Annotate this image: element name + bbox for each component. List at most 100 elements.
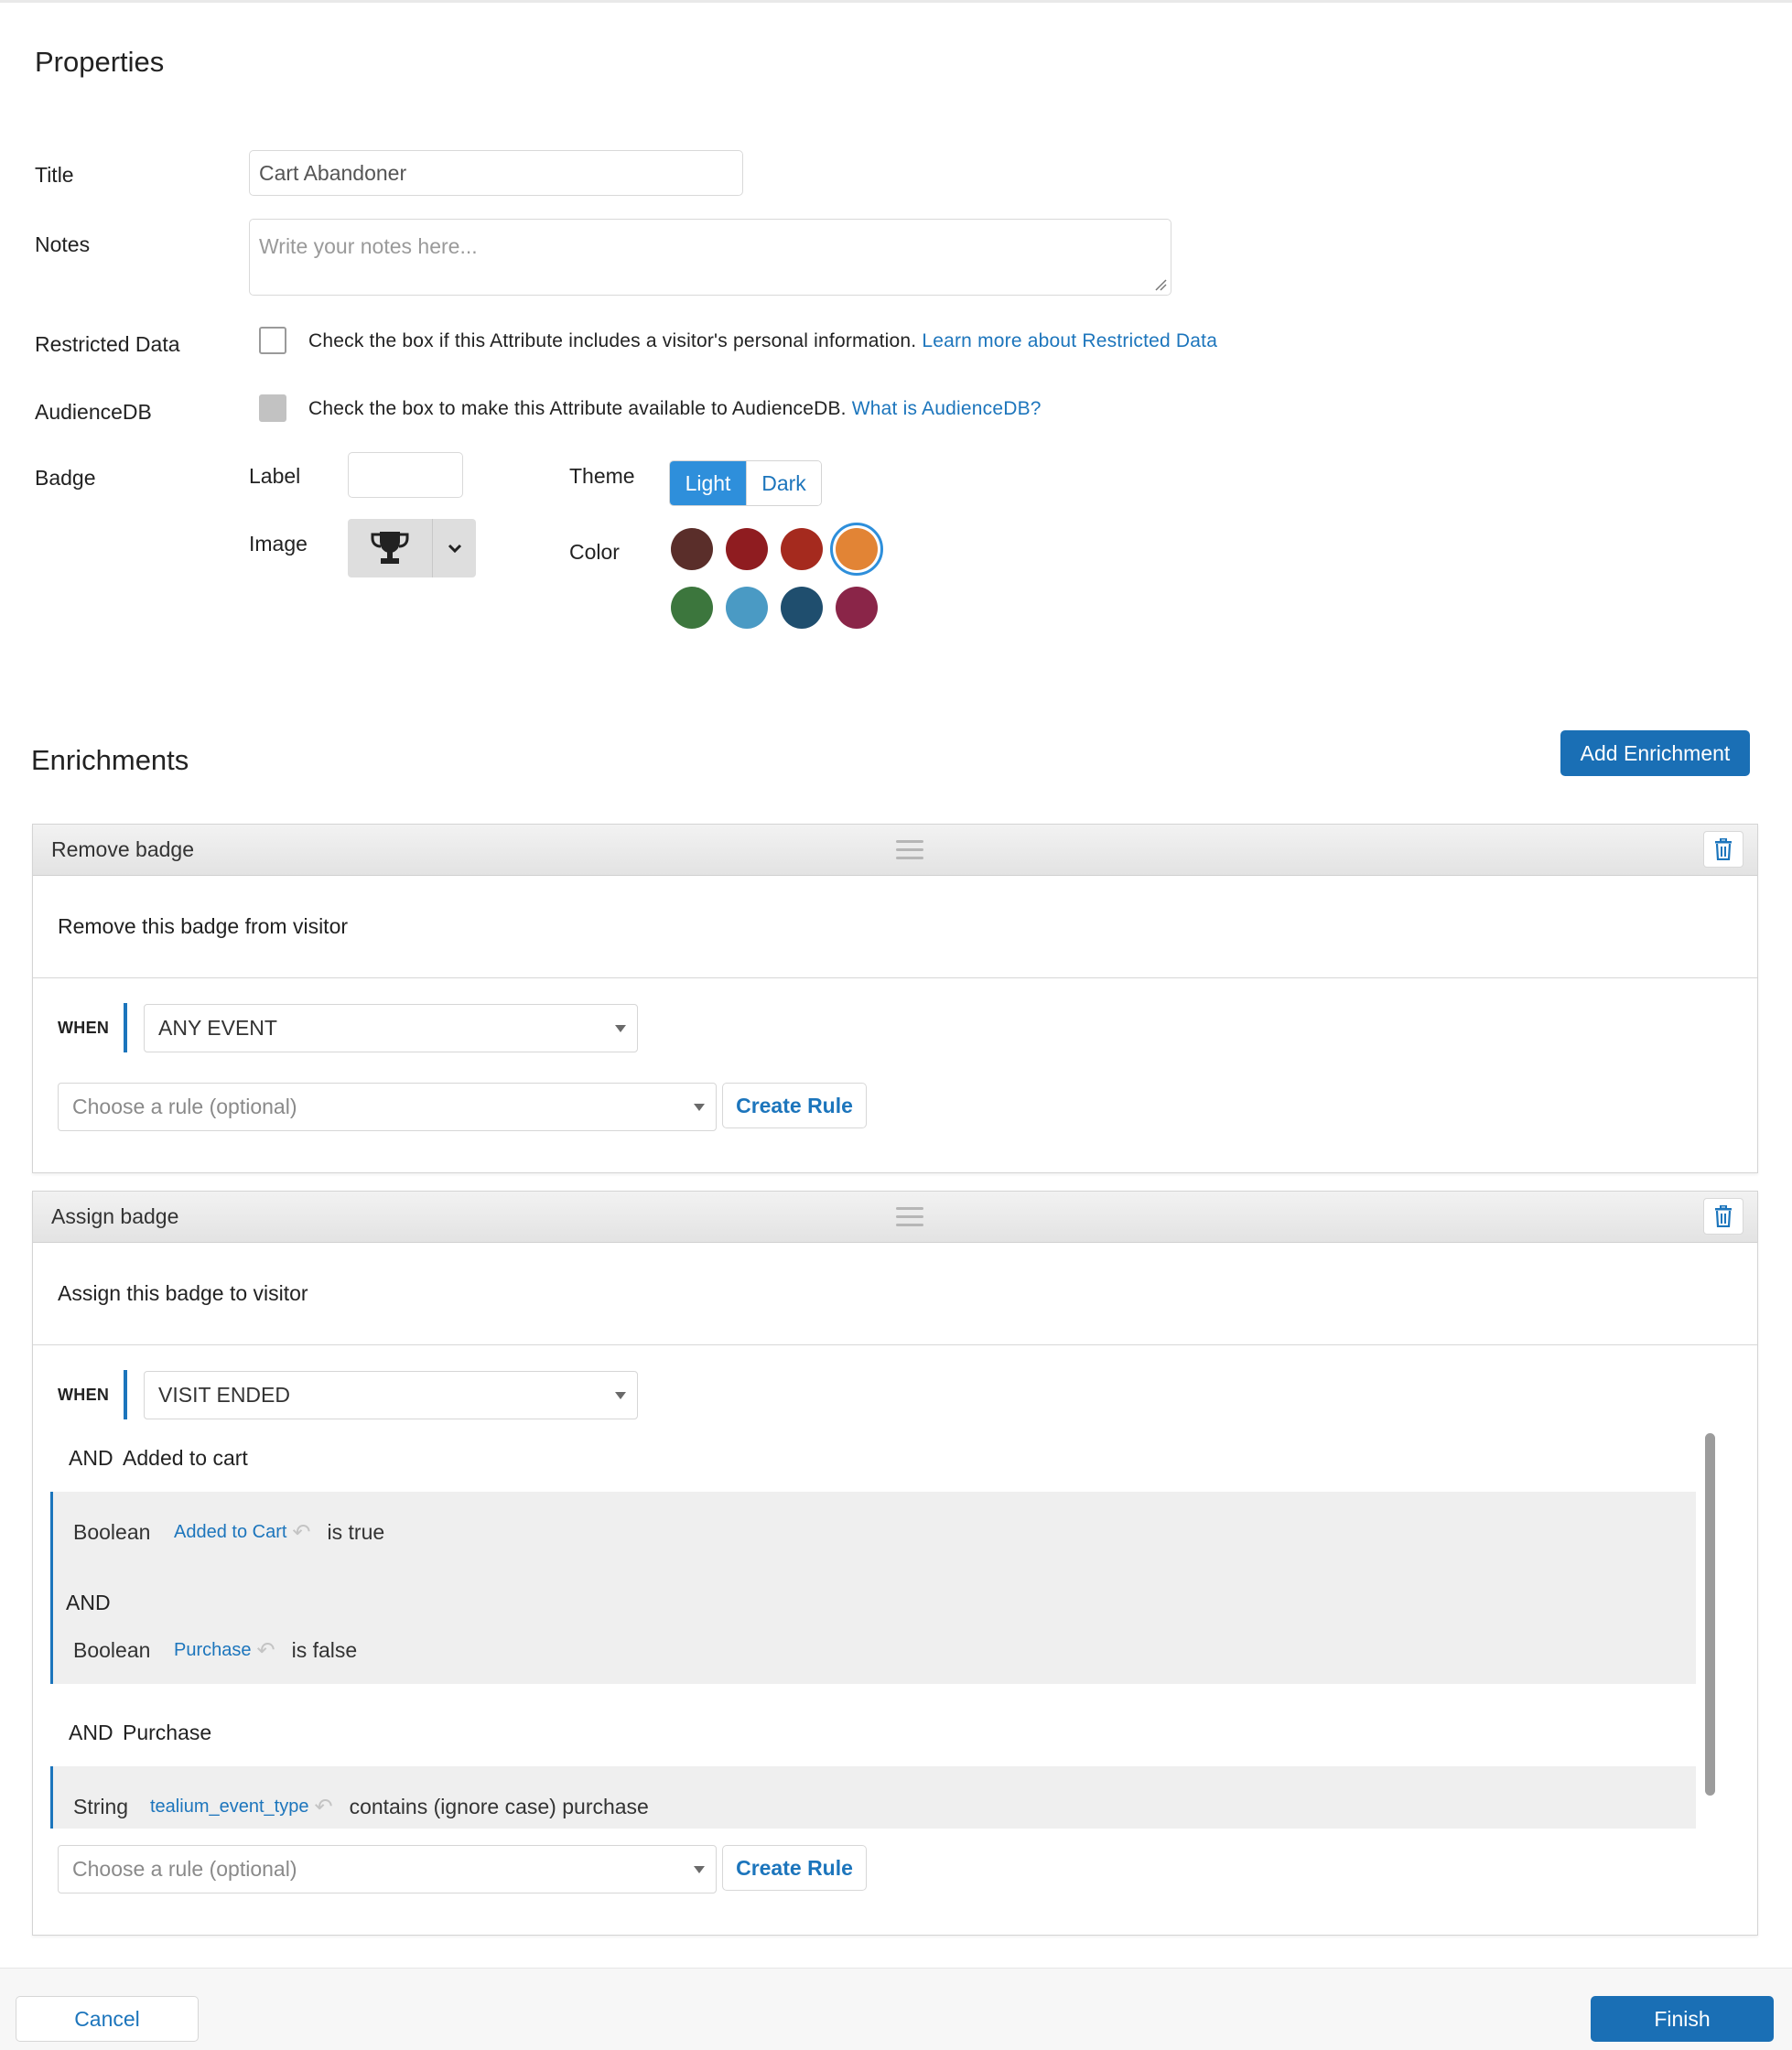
audiencedb-help: Check the box to make this Attribute ava…: [308, 398, 1042, 420]
image-label: Image: [249, 532, 308, 556]
condition-type: String: [73, 1795, 129, 1818]
when-label: WHEN: [58, 1386, 110, 1404]
enrichment-description: Assign this badge to visitor: [58, 1281, 308, 1305]
create-rule-button[interactable]: Create Rule: [722, 1845, 867, 1891]
when-indicator: [124, 1370, 127, 1419]
finish-button[interactable]: Finish: [1591, 1996, 1774, 2042]
restricted-data-link[interactable]: Learn more about Restricted Data: [922, 330, 1217, 351]
enrichment-panel-remove-badge: Remove badge Remove this badge from visi…: [32, 824, 1758, 1173]
rule-condition: String tealium_event_type ↶ contains (ig…: [73, 1794, 649, 1820]
drag-handle-icon[interactable]: [896, 840, 923, 860]
theme-label: Theme: [569, 464, 635, 488]
badge-label-input[interactable]: [348, 452, 463, 498]
undo-icon: ↶: [292, 1520, 311, 1545]
color-swatch-light-blue[interactable]: [726, 587, 768, 629]
audiencedb-label: AudienceDB: [35, 400, 152, 424]
rule-condition-box: Boolean Added to Cart ↶ is true AND Bool…: [50, 1492, 1696, 1684]
notes-label: Notes: [35, 232, 91, 256]
rule-group-name: Purchase: [123, 1721, 212, 1744]
event-select-value: VISIT ENDED: [158, 1383, 290, 1407]
create-rule-button[interactable]: Create Rule: [722, 1083, 867, 1128]
condition-type: Boolean: [73, 1520, 151, 1544]
audiencedb-checkbox[interactable]: [259, 394, 286, 422]
rule-condition: Boolean Purchase ↶ is false: [73, 1637, 357, 1664]
drag-handle-icon[interactable]: [896, 1207, 923, 1227]
image-preview[interactable]: [348, 519, 432, 577]
rule-select[interactable]: Choose a rule (optional): [58, 1845, 717, 1894]
properties-heading: Properties: [35, 46, 165, 78]
enrichment-panel-header: Assign badge: [33, 1192, 1757, 1243]
enrichment-panel-assign-badge: Assign badge Assign this badge to visito…: [32, 1191, 1758, 1936]
scrollbar[interactable]: [1705, 1433, 1715, 1796]
chevron-down-icon: [448, 544, 461, 553]
delete-enrichment-button[interactable]: [1703, 831, 1743, 868]
enrichment-title: Assign badge: [51, 1204, 179, 1228]
enrichment-description: Remove this badge from visitor: [58, 914, 349, 938]
color-swatch-magenta[interactable]: [836, 587, 878, 629]
color-swatch-orange: [836, 528, 878, 570]
rule-group-and: AND: [69, 1721, 113, 1744]
theme-toggle[interactable]: Light Dark: [669, 460, 822, 506]
restricted-data-help: Check the box if this Attribute includes…: [308, 330, 1217, 352]
caret-down-icon: [615, 1024, 626, 1032]
notes-placeholder: Write your notes here...: [259, 233, 478, 258]
enrichment-title: Remove badge: [51, 837, 194, 861]
top-border: [0, 0, 1792, 3]
rule-group-heading: AND Purchase: [69, 1721, 211, 1745]
notes-textarea[interactable]: Write your notes here...: [249, 219, 1171, 296]
color-swatch-brown[interactable]: [671, 528, 713, 570]
condition-variable[interactable]: tealium_event_type: [150, 1796, 308, 1818]
rule-condition-box: String tealium_event_type ↶ contains (ig…: [50, 1766, 1696, 1829]
title-input[interactable]: Cart Abandoner: [249, 150, 743, 196]
panel-divider: [33, 977, 1757, 978]
caret-down-icon: [694, 1103, 705, 1111]
image-dropdown-toggle[interactable]: [433, 519, 476, 577]
undo-icon: ↶: [314, 1795, 333, 1819]
trash-icon: [1715, 1205, 1732, 1227]
caret-down-icon: [615, 1391, 626, 1399]
cancel-button[interactable]: Cancel: [16, 1996, 199, 2042]
color-swatch-green[interactable]: [671, 587, 713, 629]
restricted-data-label: Restricted Data: [35, 332, 180, 356]
rule-group-heading: AND Added to cart: [69, 1446, 248, 1471]
footer-bar: Cancel Finish: [0, 1968, 1792, 2050]
badge-label: Badge: [35, 466, 96, 490]
panel-divider: [33, 1344, 1757, 1345]
color-swatch-orange-selected[interactable]: [830, 523, 883, 576]
title-label: Title: [35, 163, 74, 187]
audiencedb-help-text: Check the box to make this Attribute ava…: [308, 398, 847, 419]
event-select-value: ANY EVENT: [158, 1016, 277, 1040]
color-swatch-navy[interactable]: [781, 587, 823, 629]
enrichments-heading: Enrichments: [31, 744, 189, 776]
badge-sub-label: Label: [249, 464, 301, 488]
condition-variable[interactable]: Purchase: [174, 1640, 252, 1661]
event-select[interactable]: ANY EVENT: [144, 1004, 638, 1052]
add-enrichment-button[interactable]: Add Enrichment: [1560, 730, 1750, 776]
condition-connector: AND: [66, 1591, 111, 1614]
audiencedb-link[interactable]: What is AudienceDB?: [852, 398, 1042, 419]
condition-operator: is false: [291, 1638, 358, 1662]
condition-variable[interactable]: Added to Cart: [174, 1522, 286, 1543]
theme-light-option[interactable]: Light: [670, 461, 746, 505]
undo-icon: ↶: [256, 1638, 275, 1663]
resize-handle-icon[interactable]: [1154, 278, 1167, 291]
image-picker[interactable]: [348, 519, 476, 577]
caret-down-icon: [694, 1865, 705, 1873]
event-select[interactable]: VISIT ENDED: [144, 1371, 638, 1419]
theme-dark-option[interactable]: Dark: [746, 461, 821, 505]
color-swatch-red[interactable]: [781, 528, 823, 570]
restricted-data-checkbox[interactable]: [259, 327, 286, 354]
trash-icon: [1715, 838, 1732, 860]
rule-select[interactable]: Choose a rule (optional): [58, 1083, 717, 1131]
when-label: WHEN: [58, 1019, 110, 1037]
enrichment-panel-header: Remove badge: [33, 825, 1757, 876]
rule-condition: Boolean Added to Cart ↶ is true: [73, 1519, 384, 1546]
when-indicator: [124, 1003, 127, 1052]
delete-enrichment-button[interactable]: [1703, 1198, 1743, 1235]
color-swatch-dark-red[interactable]: [726, 528, 768, 570]
restricted-data-help-text: Check the box if this Attribute includes…: [308, 330, 917, 351]
color-label: Color: [569, 540, 620, 564]
rule-group-name: Added to cart: [123, 1446, 248, 1470]
trophy-icon: [371, 532, 409, 564]
condition-operator: is true: [327, 1520, 385, 1544]
